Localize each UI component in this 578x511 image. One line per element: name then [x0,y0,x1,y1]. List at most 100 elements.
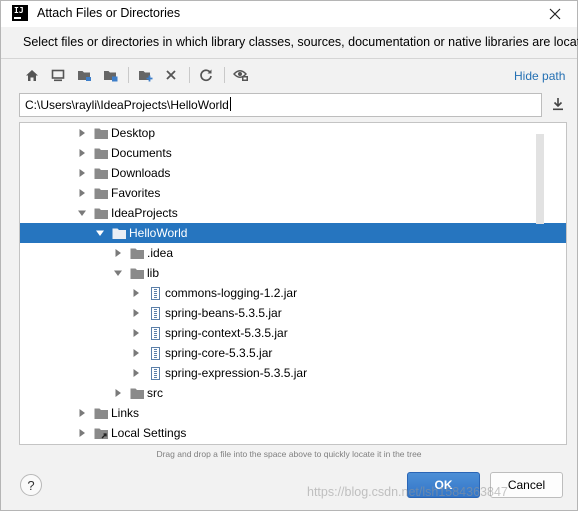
tree-row[interactable]: Documents [20,143,554,163]
tree-item-label: HelloWorld [129,226,188,240]
intellij-app-icon: IJ [12,5,28,21]
module-folder-button[interactable] [99,65,121,85]
tree-item-label: IdeaProjects [111,206,178,220]
home-button[interactable] [21,65,43,85]
attach-files-dialog: IJ Attach Files or Directories Select fi… [0,0,578,511]
watermark: https://blog.csdn.net/lsh1584363847 [307,485,508,499]
hide-path-link[interactable]: Hide path [514,69,565,83]
folder-icon [93,126,109,140]
tree-row[interactable]: Local Settings [20,423,554,443]
tree-item-label: .idea [147,246,174,260]
tree-row[interactable]: Links [20,403,554,423]
collapsed-arrow-icon[interactable] [76,187,88,199]
folder-icon [93,166,109,180]
new-folder-icon [138,70,152,81]
collapsed-arrow-icon[interactable] [130,367,142,379]
folder-icon [129,246,145,260]
expanded-arrow-icon[interactable] [112,267,124,279]
tree-item-label: Downloads [111,166,171,180]
tree-row[interactable]: .idea [20,243,554,263]
close-button[interactable] [541,1,569,26]
collapsed-arrow-icon[interactable] [130,327,142,339]
collapsed-arrow-icon[interactable] [76,407,88,419]
close-icon [549,8,561,19]
tree-item-label: Desktop [111,126,156,140]
tree-item-label: spring-context-5.3.5.jar [165,326,288,340]
dialog-title: Attach Files or Directories [37,6,181,20]
delete-button[interactable] [160,65,182,85]
title-bar: IJ Attach Files or Directories [1,1,577,27]
collapsed-arrow-icon[interactable] [76,147,88,159]
tree-row[interactable]: spring-core-5.3.5.jar [20,343,554,363]
toolbar-separator [128,67,129,83]
project-folder-icon [77,70,91,81]
delete-icon [166,70,176,80]
toolbar-separator [224,67,225,83]
tree-row[interactable]: src [20,383,554,403]
jar-icon [147,306,163,320]
collapsed-arrow-icon[interactable] [130,307,142,319]
folder-icon [111,226,127,240]
new-folder-button[interactable] [134,65,156,85]
folder-icon [129,386,145,400]
tree-row[interactable]: spring-beans-5.3.5.jar [20,303,554,323]
tree-row[interactable]: IdeaProjects [20,203,554,223]
expanded-arrow-icon[interactable] [94,227,106,239]
file-tree[interactable]: Desktop Documents Downloads Favorites IdeaPr… [19,122,567,445]
tree-item-label: commons-logging-1.2.jar [165,286,298,300]
jar-icon [147,366,163,380]
home-icon [26,69,38,81]
tree-row[interactable]: lib [20,263,554,283]
tree-row[interactable]: spring-context-5.3.5.jar [20,323,554,343]
link-folder-icon [93,426,109,440]
jar-icon [147,326,163,340]
show-hidden-button[interactable] [230,65,252,85]
tree-item-label: src [147,386,163,400]
tree-item-label: Links [111,406,140,420]
tree-row[interactable]: Downloads [20,163,554,183]
drag-drop-hint: Drag and drop a file into the space abov… [156,449,422,459]
collapsed-arrow-icon[interactable] [76,427,88,439]
show-hidden-icon [233,70,248,81]
help-button[interactable]: ? [20,474,42,496]
tree-item-label: lib [147,266,160,280]
expanded-arrow-icon[interactable] [76,207,88,219]
download-button[interactable] [549,95,567,113]
jar-icon [147,286,163,300]
toolbar [21,65,256,85]
tree-row[interactable]: Desktop [20,123,554,143]
module-folder-icon [103,70,117,81]
tree-item-label: spring-core-5.3.5.jar [165,346,273,360]
folder-icon [93,406,109,420]
collapsed-arrow-icon[interactable] [76,127,88,139]
desktop-icon [51,69,65,81]
folder-icon [93,146,109,160]
folder-icon [93,206,109,220]
dialog-description: Select files or directories in which lib… [23,35,578,49]
tree-row[interactable]: spring-expression-5.3.5.jar [20,363,554,383]
collapsed-arrow-icon[interactable] [130,287,142,299]
refresh-icon [200,69,212,82]
collapsed-arrow-icon[interactable] [130,347,142,359]
toolbar-separator [189,67,190,83]
tree-scrollbar[interactable] [536,134,544,224]
tree-row[interactable]: commons-logging-1.2.jar [20,283,554,303]
tree-item-label: spring-beans-5.3.5.jar [165,306,282,320]
text-cursor [229,97,231,111]
refresh-button[interactable] [195,65,217,85]
path-input[interactable]: C:\Users\rayli\IdeaProjects\HelloWorld [19,93,542,117]
collapsed-arrow-icon[interactable] [112,387,124,399]
collapsed-arrow-icon[interactable] [112,247,124,259]
tree-item-label: spring-expression-5.3.5.jar [165,366,308,380]
tree-row[interactable]: Favorites [20,183,554,203]
jar-icon [147,346,163,360]
tree-row[interactable]: HelloWorld [20,223,566,243]
download-icon [553,98,563,111]
desktop-button[interactable] [47,65,69,85]
path-input-value: C:\Users\rayli\IdeaProjects\HelloWorld [25,98,229,112]
folder-icon [93,186,109,200]
divider [1,58,577,59]
folder-icon [129,266,145,280]
project-folder-button[interactable] [73,65,95,85]
collapsed-arrow-icon[interactable] [76,167,88,179]
